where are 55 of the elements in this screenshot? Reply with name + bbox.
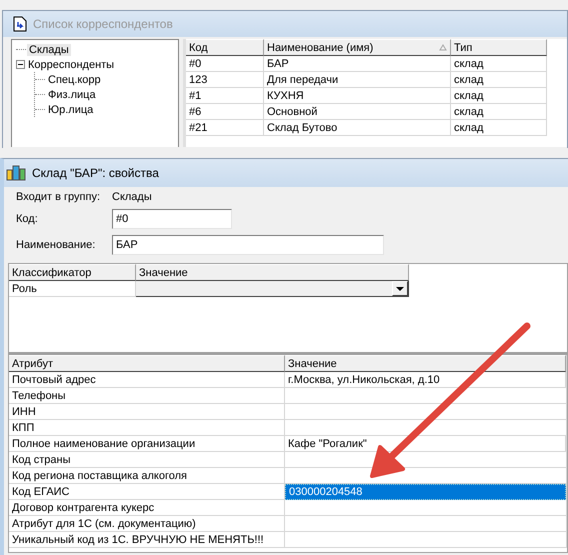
table-cell: Код ЕГАИС bbox=[9, 484, 285, 500]
column-header: Значение bbox=[136, 264, 409, 281]
table-cell: склад bbox=[451, 104, 547, 120]
table-cell: Атрибут для 1С (см. документацию) bbox=[9, 516, 285, 532]
buildings-icon bbox=[6, 165, 26, 181]
table-cell: Код страны bbox=[9, 452, 285, 468]
table-cell: #0 bbox=[186, 56, 264, 72]
table-cell: Телефоны bbox=[9, 388, 285, 404]
document-icon bbox=[13, 16, 27, 32]
field-label: Входит в группу: bbox=[16, 191, 101, 203]
table-cell: склад bbox=[451, 88, 547, 104]
group-value: Склады bbox=[112, 191, 153, 203]
table-cell[interactable]: 030000204548 bbox=[285, 484, 566, 500]
table-cell[interactable]: г.Москва, ул.Никольская, д.10 bbox=[285, 372, 566, 388]
table-cell: #21 bbox=[186, 120, 264, 136]
table-cell: БАР bbox=[264, 56, 451, 72]
caret-icon bbox=[396, 286, 404, 290]
table-cell: #1 bbox=[186, 88, 264, 104]
table-cell: #6 bbox=[186, 104, 264, 120]
sort-icon bbox=[439, 42, 447, 52]
window-title: Список корреспондентов bbox=[33, 17, 173, 31]
table-cell: склад bbox=[451, 56, 547, 72]
tree-item[interactable]: Физ.лица bbox=[46, 88, 98, 100]
column-header[interactable]: Тип bbox=[451, 39, 547, 56]
table-cell: Для передачи bbox=[264, 72, 451, 88]
table-cell: 123 bbox=[186, 72, 264, 88]
table-cell: Почтовый адрес bbox=[9, 372, 285, 388]
collapse-icon[interactable] bbox=[16, 60, 25, 69]
input-field[interactable]: #0 bbox=[112, 209, 232, 229]
table-cell: Полное наименование организации bbox=[9, 436, 285, 452]
field-label: Код: bbox=[16, 213, 39, 225]
table-cell: Склад Бутово bbox=[264, 120, 451, 136]
table-cell: КУХНЯ bbox=[264, 88, 451, 104]
table-cell: Роль bbox=[9, 281, 136, 297]
tree-item[interactable]: Юр.лица bbox=[46, 104, 96, 116]
field-label: Наименование: bbox=[16, 239, 96, 251]
table-cell: ИНН bbox=[9, 404, 285, 420]
table-cell: Основной bbox=[264, 104, 451, 120]
table-cell: КПП bbox=[9, 420, 285, 436]
table-cell: Договор контрагента кукерс bbox=[9, 500, 285, 516]
dropdown-button[interactable] bbox=[392, 281, 408, 296]
column-header: Значение bbox=[285, 355, 566, 372]
tree-item[interactable]: Склады bbox=[27, 44, 71, 56]
table-cell: Уникальный код из 1С. ВРУЧНУЮ НЕ МЕНЯТЬ!!! bbox=[9, 532, 285, 548]
column-header[interactable]: Код bbox=[186, 39, 264, 56]
table-cell: Код региона поставщика алкоголя bbox=[9, 468, 285, 484]
column-header: Классификатор bbox=[9, 264, 136, 281]
table-cell: склад bbox=[451, 120, 547, 136]
tree-item[interactable]: Спец.корр bbox=[46, 74, 103, 86]
input-field[interactable]: БАР bbox=[112, 235, 384, 255]
window-title: Склад "БАР": свойства bbox=[32, 166, 159, 180]
column-header: Атрибут bbox=[9, 355, 285, 372]
tree-item[interactable]: Корреспонденты bbox=[26, 58, 116, 70]
column-header[interactable]: Наименование (имя) bbox=[264, 39, 451, 56]
table-cell: склад bbox=[451, 72, 547, 88]
